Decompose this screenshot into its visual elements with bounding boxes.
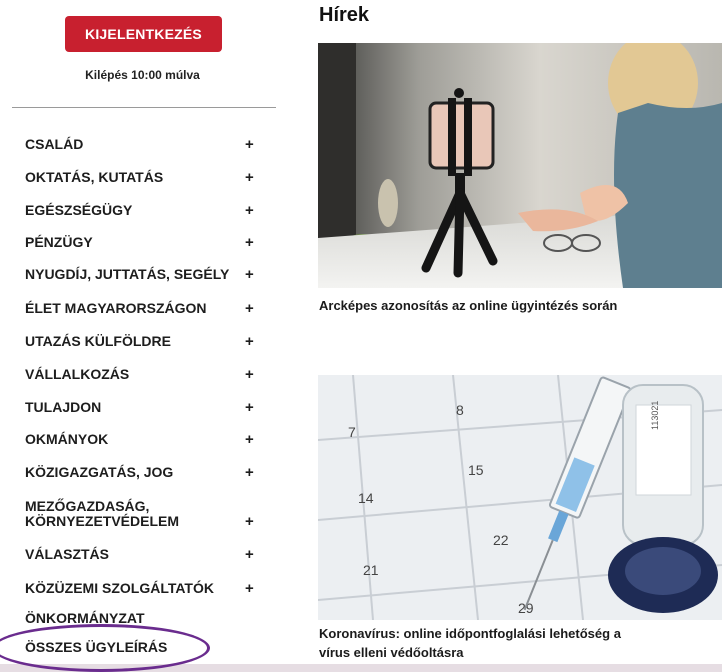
- svg-text:8: 8: [456, 402, 464, 418]
- divider: [12, 107, 276, 108]
- news-image-vaccine[interactable]: 7 8 14 15 21 22 29 113021: [318, 375, 722, 620]
- main-content: Hírek Arcképes azonosítás az online ügyi…: [293, 0, 722, 664]
- menu-item-kozigazgatas-jog[interactable]: KÖZIGAZGATÁS, JOG +: [25, 464, 265, 481]
- expand-plus-icon[interactable]: +: [245, 234, 254, 251]
- news-image-phone-tripod[interactable]: [318, 43, 722, 288]
- menu-item-vallalkozas[interactable]: VÁLLALKOZÁS +: [25, 366, 265, 383]
- menu-item-label: EGÉSZSÉGÜGY: [25, 202, 133, 218]
- expand-plus-icon[interactable]: +: [245, 514, 254, 529]
- expand-plus-icon[interactable]: +: [245, 202, 254, 219]
- menu-item-label: ÉLET MAGYARORSZÁGON: [25, 300, 207, 316]
- menu-item-elet-magyarorszagon[interactable]: ÉLET MAGYARORSZÁGON +: [25, 300, 265, 317]
- svg-text:15: 15: [468, 462, 484, 478]
- menu-item-label: NYUGDÍJ, JUTTATÁS, SEGÉLY: [25, 266, 230, 282]
- menu-item-label: PÉNZÜGY: [25, 234, 93, 250]
- expand-plus-icon[interactable]: +: [245, 169, 254, 186]
- logout-button[interactable]: KIJELENTKEZÉS: [65, 16, 222, 52]
- expand-plus-icon[interactable]: +: [245, 399, 254, 416]
- menu-item-label: KÖZIGAZGATÁS, JOG: [25, 464, 174, 480]
- expand-plus-icon[interactable]: +: [245, 546, 254, 563]
- expand-plus-icon[interactable]: +: [245, 266, 254, 283]
- expand-plus-icon[interactable]: +: [245, 300, 254, 317]
- menu-item-label: KÖZÜZEMI SZOLGÁLTATÓK: [25, 580, 214, 596]
- menu-item-oktatas[interactable]: OKTATÁS, KUTATÁS +: [25, 169, 265, 186]
- menu-item-label: OKMÁNYOK: [25, 431, 109, 447]
- menu-item-onkormanyzat[interactable]: ÖNKORMÁNYZAT: [25, 610, 265, 626]
- news-title-link[interactable]: Koronavírus: online időpontfoglalási leh…: [319, 624, 719, 662]
- menu-item-label: CSALÁD: [25, 136, 84, 152]
- expand-plus-icon[interactable]: +: [245, 333, 254, 350]
- news-caption-line1: Koronavírus: online időpontfoglalási leh…: [319, 626, 621, 641]
- menu-item-mezogazdasag[interactable]: MEZŐGAZDASÁG, KÖRNYEZETVÉDELEM +: [25, 498, 265, 530]
- svg-text:14: 14: [358, 490, 374, 506]
- sidebar: KIJELENTKEZÉS Kilépés 10:00 múlva CSALÁD…: [0, 0, 293, 672]
- menu-item-nyugdij[interactable]: NYUGDÍJ, JUTTATÁS, SEGÉLY +: [25, 266, 265, 283]
- expand-plus-icon[interactable]: +: [245, 580, 254, 597]
- menu-item-penzugy[interactable]: PÉNZÜGY +: [25, 234, 265, 251]
- menu-item-okmanyok[interactable]: OKMÁNYOK +: [25, 431, 265, 448]
- menu-item-label-line2: KÖRNYEZETVÉDELEM: [25, 513, 180, 529]
- svg-text:21: 21: [363, 562, 379, 578]
- menu-item-utazas-kulfoldre[interactable]: UTAZÁS KÜLFÖLDRE +: [25, 333, 265, 350]
- news-caption-line2: vírus elleni védőoltásra: [319, 645, 464, 660]
- menu-item-kozuzemi-szolgaltatok[interactable]: KÖZÜZEMI SZOLGÁLTATÓK +: [25, 580, 265, 597]
- expand-plus-icon[interactable]: +: [245, 431, 254, 448]
- news-title-link[interactable]: Arcképes azonosítás az online ügyintézés…: [319, 296, 719, 315]
- logout-timer: Kilépés 10:00 múlva: [85, 68, 200, 82]
- expand-plus-icon[interactable]: +: [245, 136, 254, 153]
- menu-item-label: OKTATÁS, KUTATÁS: [25, 169, 164, 185]
- menu-item-egeszsegugy[interactable]: EGÉSZSÉGÜGY +: [25, 202, 265, 219]
- svg-text:7: 7: [348, 424, 356, 440]
- page-title: Hírek: [319, 4, 370, 26]
- menu-item-csalad[interactable]: CSALÁD +: [25, 136, 265, 153]
- highlight-oval: [0, 624, 210, 672]
- svg-text:113021: 113021: [650, 401, 660, 430]
- expand-plus-icon[interactable]: +: [245, 464, 254, 481]
- menu-item-label: UTAZÁS KÜLFÖLDRE: [25, 333, 171, 349]
- menu-item-tulajdon[interactable]: TULAJDON +: [25, 399, 265, 416]
- menu-item-label: VÁLASZTÁS: [25, 546, 109, 562]
- menu-item-valasztas[interactable]: VÁLASZTÁS +: [25, 546, 265, 563]
- menu-item-label: VÁLLALKOZÁS: [25, 366, 130, 382]
- menu-item-label: TULAJDON: [25, 399, 102, 415]
- expand-plus-icon[interactable]: +: [245, 366, 254, 383]
- menu-item-label-line1: MEZŐGAZDASÁG,: [25, 498, 150, 514]
- svg-text:22: 22: [493, 532, 509, 548]
